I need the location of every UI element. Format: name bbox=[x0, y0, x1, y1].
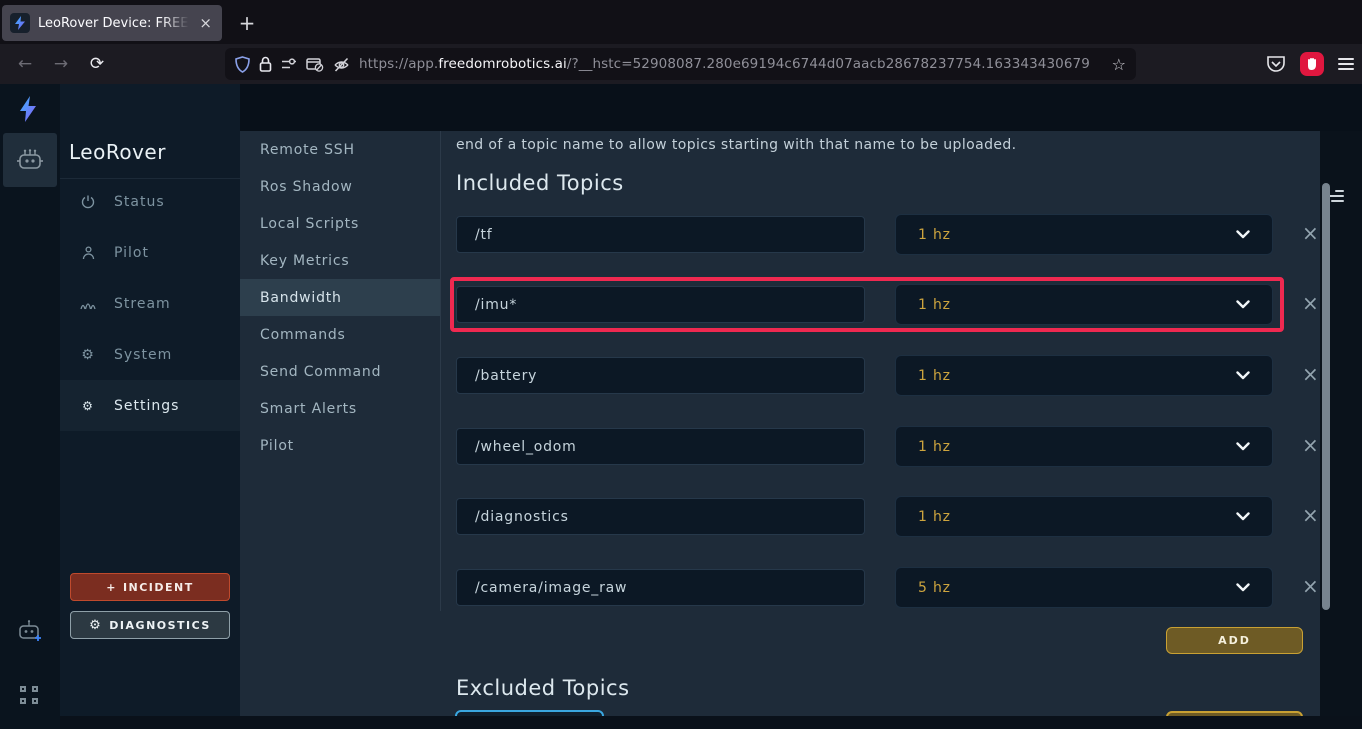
topic-name-input[interactable]: /diagnostics bbox=[456, 498, 865, 535]
new-tab-button[interactable]: + bbox=[232, 8, 262, 38]
diagnostics-button[interactable]: ⚙ DIAGNOSTICS bbox=[70, 611, 230, 639]
app-logo-bolt-icon[interactable] bbox=[18, 96, 38, 122]
device-tile-selected[interactable] bbox=[3, 133, 57, 187]
pocket-icon[interactable] bbox=[1266, 55, 1286, 74]
topic-name-input[interactable]: /battery bbox=[456, 357, 865, 394]
back-icon[interactable]: ← bbox=[10, 49, 40, 79]
bookmark-star-icon[interactable]: ☆ bbox=[1112, 55, 1126, 74]
reload-icon[interactable]: ⟳ bbox=[82, 49, 112, 79]
browser-tab-bar: LeoRover Device: FREED × + bbox=[0, 0, 1362, 44]
chevron-down-icon bbox=[1236, 442, 1250, 451]
subnav-item-local-scripts[interactable]: Local Scripts bbox=[240, 205, 440, 242]
rate-dropdown[interactable]: 1 hz bbox=[895, 426, 1273, 467]
rate-dropdown[interactable]: 1 hz bbox=[895, 214, 1273, 255]
app-top-bar bbox=[60, 84, 1362, 131]
add-topic-button[interactable]: ADD bbox=[1166, 627, 1303, 654]
menu-hamburger-icon[interactable] bbox=[1338, 55, 1354, 73]
blocked-card-icon[interactable] bbox=[306, 57, 324, 72]
subnav-item-remote-ssh[interactable]: Remote SSH bbox=[240, 131, 440, 168]
sidebar-item-label: System bbox=[114, 347, 172, 363]
topic-row: /wheel_odom 1 hz × bbox=[456, 426, 1316, 468]
blocked-eye-icon[interactable] bbox=[333, 57, 350, 72]
topic-name-input[interactable]: /camera/image_raw bbox=[456, 569, 865, 606]
scrollbar-thumb[interactable] bbox=[1322, 183, 1330, 610]
remove-topic-icon[interactable]: × bbox=[1302, 504, 1319, 526]
remove-topic-icon[interactable]: × bbox=[1302, 363, 1319, 385]
remove-topic-icon[interactable]: × bbox=[1302, 434, 1319, 456]
toolbar-right-icons bbox=[1266, 48, 1354, 80]
browser-tab[interactable]: LeoRover Device: FREED × bbox=[2, 5, 222, 41]
waves-icon bbox=[80, 298, 96, 310]
rate-dropdown[interactable]: 1 hz bbox=[895, 284, 1273, 325]
permissions-slider-icon[interactable] bbox=[281, 58, 297, 70]
tab-close-icon[interactable]: × bbox=[197, 14, 214, 32]
sidebar-item-label: Pilot bbox=[114, 245, 149, 261]
adblock-hand-icon[interactable] bbox=[1300, 52, 1324, 76]
sidebar-item-pilot[interactable]: Pilot bbox=[60, 227, 240, 278]
chevron-down-icon bbox=[1236, 371, 1250, 380]
tab-title: LeoRover Device: FREED bbox=[38, 16, 189, 31]
power-icon bbox=[81, 195, 95, 209]
person-icon bbox=[82, 246, 95, 260]
settings-gear-icon: ⚙ bbox=[82, 399, 94, 413]
excluded-topics-heading: Excluded Topics bbox=[456, 676, 630, 700]
topic-row: /tf 1 hz × bbox=[456, 214, 1316, 256]
chevron-down-icon bbox=[1236, 512, 1250, 521]
device-sidebar: LeoRover Status Pilot Stream ⚙ System ⚙ Settin… bbox=[60, 84, 240, 716]
sidebar-item-status[interactable]: Status bbox=[60, 176, 240, 227]
remove-topic-icon[interactable]: × bbox=[1302, 292, 1319, 314]
url-bar[interactable]: https://app.freedomrobotics.ai/?__hstc=5… bbox=[225, 48, 1136, 80]
app-rail bbox=[0, 84, 60, 729]
rate-dropdown[interactable]: 1 hz bbox=[895, 496, 1273, 537]
gears-icon: ⚙ bbox=[89, 618, 102, 633]
chevron-down-icon bbox=[1236, 583, 1250, 592]
topic-row: /imu* 1 hz × bbox=[456, 284, 1316, 326]
remove-topic-icon[interactable]: × bbox=[1302, 222, 1319, 244]
subnav-item-bandwidth[interactable]: Bandwidth bbox=[240, 279, 440, 316]
topic-row: /battery 1 hz × bbox=[456, 355, 1316, 397]
bolt-favicon-icon bbox=[10, 13, 30, 33]
remove-topic-icon[interactable]: × bbox=[1302, 575, 1319, 597]
chevron-down-icon bbox=[1236, 300, 1250, 309]
plus-icon: + bbox=[106, 581, 117, 594]
subnav-item-send-command[interactable]: Send Command bbox=[240, 353, 440, 390]
lock-icon[interactable] bbox=[259, 56, 272, 72]
topic-name-input[interactable]: /imu* bbox=[456, 286, 865, 323]
rate-dropdown[interactable]: 1 hz bbox=[895, 355, 1273, 396]
subnav-item-pilot[interactable]: Pilot bbox=[240, 427, 440, 464]
topic-row: /camera/image_raw 5 hz × bbox=[456, 567, 1316, 609]
sidebar-item-system[interactable]: ⚙ System bbox=[60, 329, 240, 380]
add-device-icon[interactable] bbox=[16, 618, 44, 644]
sidebar-item-stream[interactable]: Stream bbox=[60, 278, 240, 329]
forward-icon[interactable]: → bbox=[46, 49, 76, 79]
chevron-down-icon bbox=[1236, 230, 1250, 239]
screen: LeoRover Device: FREED × + ← → ⟳ bbox=[0, 0, 1362, 729]
device-name: LeoRover bbox=[69, 140, 166, 164]
sidebar-item-settings[interactable]: ⚙ Settings bbox=[60, 380, 240, 431]
topic-name-input[interactable]: /tf bbox=[456, 216, 865, 253]
topic-name-input[interactable]: /wheel_odom bbox=[456, 428, 865, 465]
subnav-item-key-metrics[interactable]: Key Metrics bbox=[240, 242, 440, 279]
sidebar-item-label: Stream bbox=[114, 296, 171, 312]
url-text[interactable]: https://app.freedomrobotics.ai/?__hstc=5… bbox=[359, 56, 1103, 72]
gear-icon: ⚙ bbox=[81, 347, 95, 363]
incident-button[interactable]: + INCIDENT bbox=[70, 573, 230, 601]
included-topics-heading: Included Topics bbox=[456, 171, 624, 195]
robot-icon bbox=[15, 148, 45, 172]
bandwidth-intro-text: end of a topic name to allow topics star… bbox=[456, 137, 1017, 153]
sidebar-item-label: Settings bbox=[114, 398, 179, 414]
fullscreen-icon[interactable] bbox=[20, 686, 38, 704]
shield-icon[interactable] bbox=[235, 56, 250, 73]
subnav-item-commands[interactable]: Commands bbox=[240, 316, 440, 353]
topic-row: /diagnostics 1 hz × bbox=[456, 496, 1316, 538]
subnav-item-ros-shadow[interactable]: Ros Shadow bbox=[240, 168, 440, 205]
sidebar-item-label: Status bbox=[114, 194, 165, 210]
settings-panel: Remote SSHRos ShadowLocal ScriptsKey Met… bbox=[240, 131, 1320, 716]
rate-dropdown[interactable]: 5 hz bbox=[895, 567, 1273, 608]
subnav-item-smart-alerts[interactable]: Smart Alerts bbox=[240, 390, 440, 427]
